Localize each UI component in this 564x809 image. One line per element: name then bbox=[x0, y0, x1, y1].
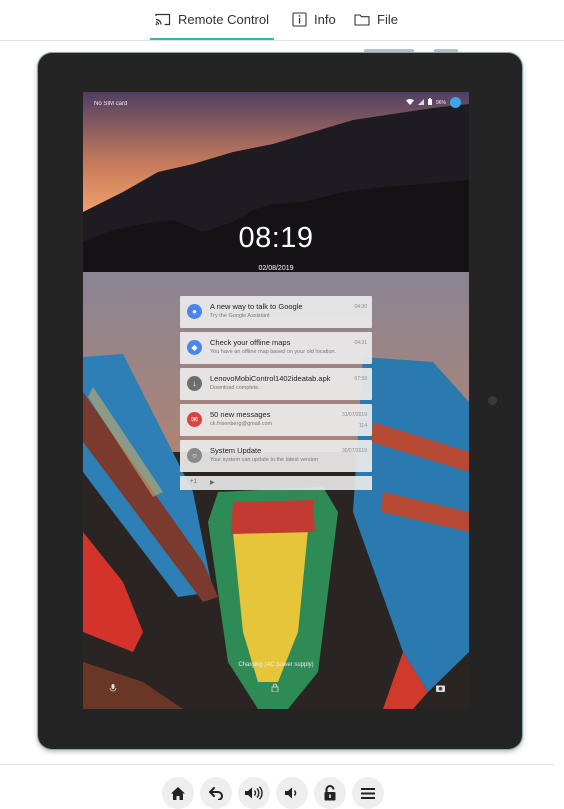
notification-title: System Update bbox=[210, 446, 262, 455]
info-icon bbox=[292, 11, 307, 27]
tab-file[interactable]: File bbox=[354, 0, 398, 38]
wifi-icon bbox=[405, 98, 414, 107]
notification-subtitle: Download complete. bbox=[210, 385, 260, 391]
mail-icon: ✉ bbox=[187, 412, 202, 427]
unlock-button[interactable] bbox=[314, 777, 346, 809]
folder-icon bbox=[354, 13, 370, 26]
notification-item[interactable]: ○ System Update Your system can update t… bbox=[180, 440, 372, 472]
media-row-left: +1 bbox=[190, 479, 197, 485]
home-icon bbox=[171, 786, 185, 800]
update-icon: ○ bbox=[187, 448, 202, 463]
volume-up-button[interactable] bbox=[238, 777, 270, 809]
status-bar: No SIM card 96% bbox=[83, 92, 469, 112]
notification-time: 04:30 bbox=[354, 304, 367, 310]
notification-time: 30/07/2019 bbox=[341, 448, 367, 454]
tab-bar: Remote Control Info File bbox=[0, 0, 564, 41]
notification-subtitle: Try the Google Assistant bbox=[210, 313, 270, 319]
unlock-icon bbox=[324, 785, 336, 801]
remote-toolbar bbox=[162, 777, 384, 809]
device-screen[interactable]: No SIM card 96% 08:19 02/08/2019 ● A new… bbox=[83, 92, 469, 709]
tab-remote-control-label: Remote Control bbox=[177, 11, 270, 27]
notification-item[interactable]: ● A new way to talk to Google Try the Go… bbox=[180, 296, 372, 328]
notification-title: LenovoMobiControl1402ideatab.apk bbox=[210, 374, 331, 383]
signal-icon bbox=[417, 98, 424, 107]
media-notification-row[interactable]: +1 ▶ bbox=[180, 476, 372, 490]
camera-icon bbox=[488, 396, 497, 405]
tab-info[interactable]: Info bbox=[292, 0, 336, 38]
notification-subtitle: You have an offline map based on your ol… bbox=[210, 349, 336, 355]
avatar[interactable] bbox=[450, 97, 461, 108]
toolbar-divider bbox=[0, 764, 554, 765]
charging-status: Charging (AC power supply) bbox=[238, 662, 314, 668]
tab-info-label: Info bbox=[314, 11, 336, 27]
battery-icon bbox=[427, 98, 432, 107]
home-button[interactable] bbox=[162, 777, 194, 809]
lockscreen-date: 02/08/2019 bbox=[258, 265, 294, 272]
menu-button[interactable] bbox=[352, 777, 384, 809]
download-icon: ↓ bbox=[187, 376, 202, 391]
camera-shortcut-icon[interactable] bbox=[436, 684, 445, 692]
notification-time: 31/07/2019 bbox=[341, 412, 367, 418]
volume-up-icon bbox=[245, 786, 263, 800]
tab-remote-control[interactable]: Remote Control bbox=[150, 0, 274, 40]
microphone-icon[interactable] bbox=[109, 684, 117, 692]
notification-count: 114 bbox=[359, 423, 367, 429]
notification-title: Check your offline maps bbox=[210, 338, 291, 347]
notification-item[interactable]: ↓ LenovoMobiControl1402ideatab.apk Downl… bbox=[180, 368, 372, 400]
maps-icon: ◆ bbox=[187, 340, 202, 355]
notification-item[interactable]: ✉ 50 new messages ck.frisenberg@gmail.co… bbox=[180, 404, 372, 436]
cast-icon bbox=[155, 13, 171, 26]
notification-subtitle: Your system can update to the latest ver… bbox=[210, 457, 319, 463]
back-button[interactable] bbox=[200, 777, 232, 809]
volume-down-icon bbox=[285, 787, 297, 799]
notification-item[interactable]: ◆ Check your offline maps You have an of… bbox=[180, 332, 372, 364]
assistant-icon: ● bbox=[187, 304, 202, 319]
menu-icon bbox=[361, 787, 375, 799]
battery-percent: 96% bbox=[435, 99, 446, 106]
sim-status: No SIM card bbox=[94, 101, 128, 107]
notification-time: 04:31 bbox=[354, 340, 367, 346]
tab-file-label: File bbox=[377, 11, 398, 27]
volume-down-button[interactable] bbox=[276, 777, 308, 809]
notification-list: ● A new way to talk to Google Try the Go… bbox=[180, 296, 372, 490]
notification-subtitle: ck.frisenberg@gmail.com bbox=[210, 421, 273, 427]
back-arrow-icon bbox=[209, 787, 223, 800]
notification-time: 07:59 bbox=[354, 376, 367, 382]
lockscreen-clock: 08:19 bbox=[238, 222, 314, 254]
lock-icon[interactable] bbox=[271, 683, 279, 692]
play-icon: ▶ bbox=[210, 480, 215, 486]
notification-title: 50 new messages bbox=[210, 410, 271, 419]
notification-title: A new way to talk to Google bbox=[210, 302, 303, 311]
